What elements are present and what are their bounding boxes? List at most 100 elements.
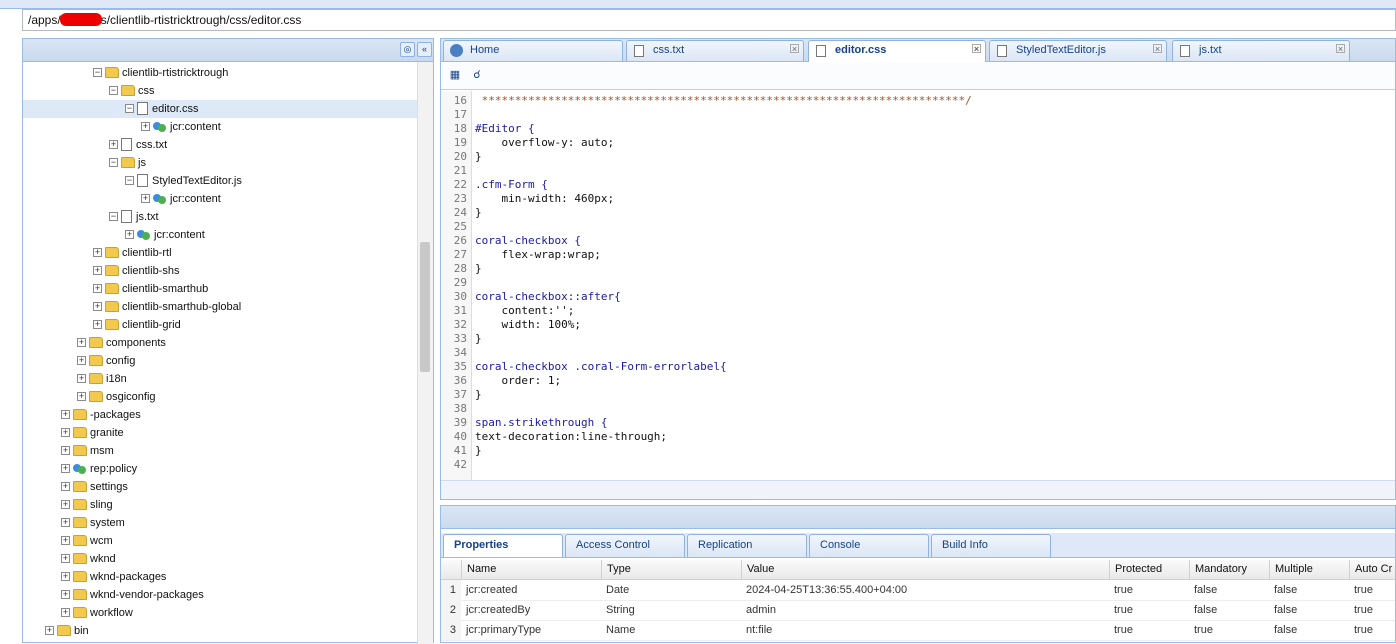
- search-icon[interactable]: ☌: [469, 68, 485, 82]
- properties-tab[interactable]: Console: [809, 534, 929, 557]
- expand-icon[interactable]: +: [61, 481, 70, 491]
- tree-node[interactable]: − js.txt: [109, 208, 159, 226]
- tree-node[interactable]: + -packages: [61, 406, 141, 424]
- editor-tab[interactable]: editor.css ×: [808, 40, 986, 62]
- expand-icon[interactable]: +: [77, 391, 86, 401]
- table-row[interactable]: 1 jcr:created Date 2024-04-25T13:36:55.400+…: [441, 580, 1395, 601]
- table-row[interactable]: 3 jcr:primaryType Name nt:file true true false…: [441, 620, 1395, 641]
- properties-tab[interactable]: Build Info: [931, 534, 1051, 557]
- tree-node[interactable]: + clientlib-shs: [93, 262, 179, 280]
- collapse-icon[interactable]: −: [109, 157, 118, 167]
- tree-node[interactable]: + clientlib-grid: [93, 316, 181, 334]
- close-icon[interactable]: ×: [1153, 44, 1162, 54]
- collapse-icon[interactable]: −: [109, 85, 118, 95]
- table-row[interactable]: 2 jcr:createdBy String admin true false false t…: [441, 600, 1395, 621]
- tree-node[interactable]: + settings: [61, 478, 128, 496]
- expand-icon[interactable]: +: [61, 427, 70, 437]
- editor-tab[interactable]: Home: [443, 40, 623, 61]
- collapse-icon[interactable]: −: [93, 67, 102, 77]
- tree-node[interactable]: + system: [61, 514, 125, 532]
- column-header[interactable]: Name: [461, 560, 601, 579]
- tree-node[interactable]: + jcr:content: [141, 118, 221, 136]
- close-icon[interactable]: ×: [1336, 44, 1345, 54]
- code-editor[interactable]: 16 *************************************…: [441, 91, 1395, 481]
- tree-node[interactable]: + rep:policy: [61, 460, 137, 478]
- tree-node[interactable]: + sling: [61, 496, 113, 514]
- tree-node[interactable]: + i18n: [77, 370, 127, 388]
- expand-icon[interactable]: +: [61, 517, 70, 527]
- tree-node[interactable]: − clientlib-rtistricktrough: [93, 64, 228, 82]
- tree-node[interactable]: + wknd-vendor-packages: [61, 586, 204, 604]
- tree-node[interactable]: + bin: [45, 622, 89, 640]
- tree-node[interactable]: + workflow: [61, 604, 133, 622]
- column-header[interactable]: Auto Cr: [1349, 560, 1396, 579]
- expand-icon[interactable]: +: [61, 535, 70, 545]
- collapse-left-icon[interactable]: «: [417, 42, 432, 57]
- expand-icon[interactable]: +: [61, 409, 70, 419]
- tree-node[interactable]: + osgiconfig: [77, 388, 156, 406]
- expand-icon[interactable]: +: [61, 571, 70, 581]
- collapse-icon[interactable]: −: [109, 211, 118, 221]
- tree-node[interactable]: + config: [77, 352, 135, 370]
- close-icon[interactable]: ×: [790, 44, 799, 54]
- column-header[interactable]: Multiple: [1269, 560, 1349, 579]
- tree-node[interactable]: − editor.css: [23, 100, 419, 118]
- expand-icon[interactable]: +: [109, 139, 118, 149]
- line-number: 21: [453, 164, 467, 177]
- column-header[interactable]: Protected: [1109, 560, 1189, 579]
- tree-node[interactable]: + wcm: [61, 532, 113, 550]
- tree-node[interactable]: + wknd: [61, 550, 116, 568]
- expand-icon[interactable]: +: [141, 193, 150, 203]
- expand-icon[interactable]: +: [93, 301, 102, 311]
- expand-icon[interactable]: +: [141, 121, 150, 131]
- path-input[interactable]: [23, 10, 1395, 30]
- binoculars-icon[interactable]: ◎: [400, 42, 415, 57]
- tree-node[interactable]: − js: [109, 154, 146, 172]
- tree-node[interactable]: + wknd-packages: [61, 568, 166, 586]
- collapse-icon[interactable]: −: [125, 175, 134, 185]
- expand-icon[interactable]: +: [61, 445, 70, 455]
- editor-tab[interactable]: js.txt ×: [1172, 40, 1350, 61]
- expand-icon[interactable]: +: [61, 607, 70, 617]
- properties-tab[interactable]: Access Control: [565, 534, 685, 557]
- tree-node[interactable]: + clientlib-rtl: [93, 244, 172, 262]
- properties-tab[interactable]: Replication: [687, 534, 807, 557]
- tree-node[interactable]: + granite: [61, 424, 124, 442]
- tree-node[interactable]: + msm: [61, 442, 114, 460]
- collapse-icon[interactable]: −: [125, 103, 134, 113]
- tree-node[interactable]: + jcr:content: [125, 226, 205, 244]
- tree-node[interactable]: + jcr:content: [141, 190, 221, 208]
- expand-icon[interactable]: +: [77, 337, 86, 347]
- expand-icon[interactable]: +: [77, 355, 86, 365]
- editor-tab[interactable]: css.txt ×: [626, 40, 804, 61]
- tree-node[interactable]: − StyledTextEditor.js: [125, 172, 242, 190]
- code-line: 23 min-width: 460px;: [441, 192, 614, 206]
- column-header[interactable]: Type: [601, 560, 741, 579]
- expand-icon[interactable]: +: [61, 553, 70, 563]
- expand-icon[interactable]: +: [61, 499, 70, 509]
- tree-node[interactable]: + clientlib-smarthub: [93, 280, 208, 298]
- editor-horizontal-scrollbar[interactable]: [441, 480, 1395, 499]
- close-icon[interactable]: ×: [972, 44, 981, 54]
- tree-node[interactable]: + css.txt: [109, 136, 167, 154]
- properties-tab[interactable]: Properties: [443, 534, 563, 557]
- tree-scrollbar-thumb[interactable]: [420, 242, 430, 372]
- tree-scrollbar[interactable]: [417, 62, 433, 644]
- editor-tab[interactable]: StyledTextEditor.js ×: [989, 40, 1167, 61]
- expand-icon[interactable]: +: [93, 247, 102, 257]
- expand-icon[interactable]: +: [93, 319, 102, 329]
- expand-icon[interactable]: +: [93, 283, 102, 293]
- expand-icon[interactable]: +: [125, 229, 134, 239]
- tree-node[interactable]: + clientlib-smarthub-global: [93, 298, 241, 316]
- expand-icon[interactable]: +: [61, 463, 70, 473]
- tree-node[interactable]: + components: [77, 334, 166, 352]
- column-header[interactable]: Mandatory: [1189, 560, 1269, 579]
- expand-icon[interactable]: +: [45, 625, 54, 635]
- path-bar[interactable]: [22, 9, 1396, 31]
- expand-icon[interactable]: +: [93, 265, 102, 275]
- column-header[interactable]: Value: [741, 560, 1109, 579]
- tree-node[interactable]: − css: [109, 82, 155, 100]
- format-icon[interactable]: ▦: [447, 68, 463, 82]
- expand-icon[interactable]: +: [77, 373, 86, 383]
- expand-icon[interactable]: +: [61, 589, 70, 599]
